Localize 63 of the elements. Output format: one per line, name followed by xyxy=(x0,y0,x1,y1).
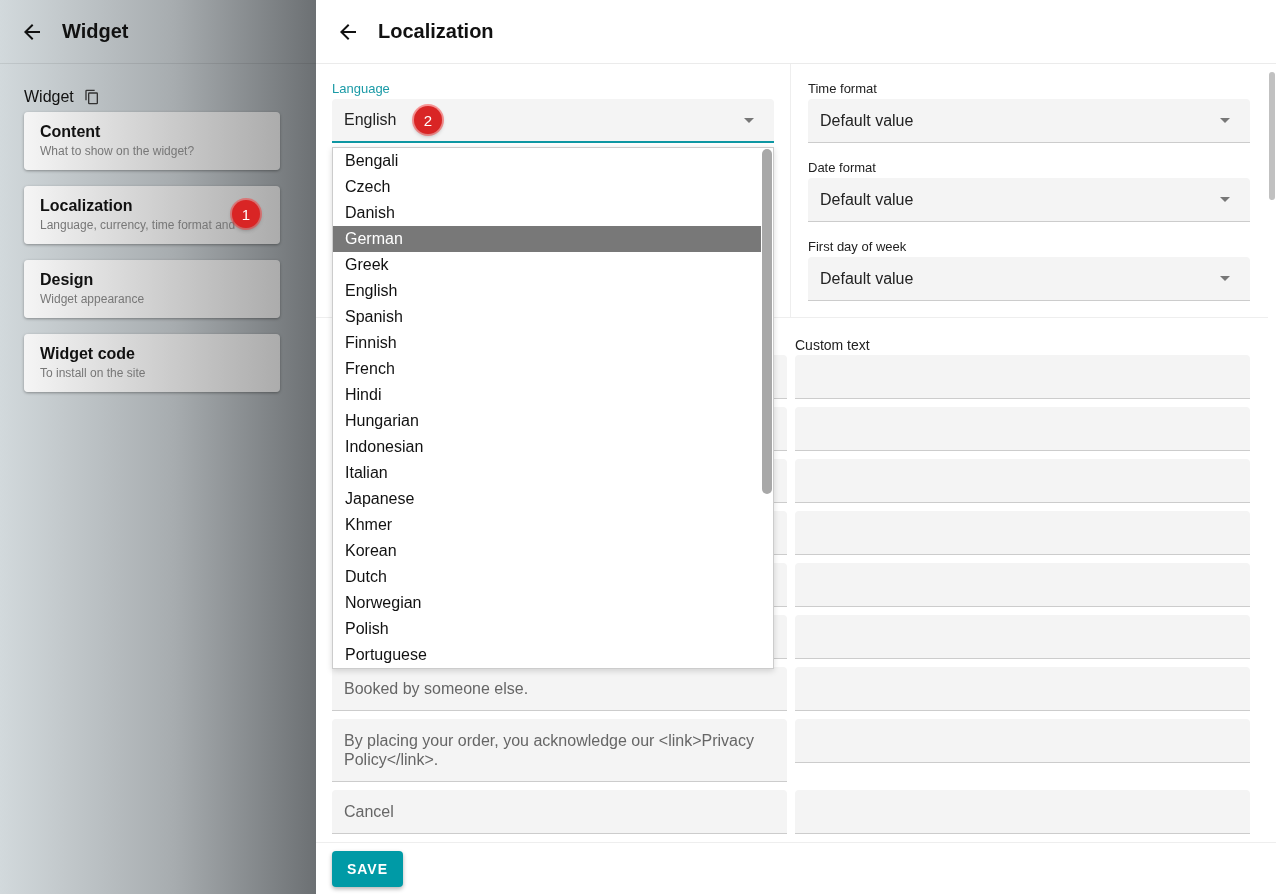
copy-icon[interactable] xyxy=(83,89,100,105)
card-title: Widget code xyxy=(40,345,136,363)
dropdown-option[interactable]: French xyxy=(333,356,761,382)
menu-card[interactable]: Design Widget appearance xyxy=(24,260,280,318)
default-text-field[interactable]: Cancel xyxy=(332,790,787,834)
dropdown-option[interactable]: Norwegian xyxy=(333,590,761,616)
scrollbar-thumb[interactable] xyxy=(1269,72,1275,200)
scrollbar-thumb[interactable] xyxy=(762,149,772,494)
field-label: Language xyxy=(332,80,391,98)
number-badge: 1 xyxy=(232,200,260,228)
caret-icon xyxy=(744,117,754,123)
column-label: Custom text xyxy=(795,336,871,354)
dropdown-option[interactable]: Greek xyxy=(333,252,761,278)
page-title: Localization xyxy=(378,20,494,43)
card-title: Content xyxy=(40,123,102,141)
dropdown-option[interactable]: Indonesian xyxy=(333,434,761,460)
dropdown-option[interactable]: Dutch xyxy=(333,564,761,590)
custom-text-field[interactable] xyxy=(795,719,1250,763)
dropdown-option[interactable]: Italian xyxy=(333,460,761,486)
dropdown-option[interactable]: German xyxy=(333,226,761,252)
default-text-field[interactable]: Booked by someone else. xyxy=(332,667,787,711)
dropdown-option[interactable]: Japanese xyxy=(333,486,761,512)
dropdown-option[interactable]: Hungarian xyxy=(333,408,761,434)
caret-icon xyxy=(1220,118,1230,123)
menu-card[interactable]: Widget code To install on the site xyxy=(24,334,280,392)
custom-text-field[interactable] xyxy=(795,355,1250,399)
field-label: First day of week xyxy=(808,238,908,256)
dropdown-option[interactable]: Korean xyxy=(333,538,761,564)
dropdown-option[interactable]: Polish xyxy=(333,616,761,642)
format-select[interactable]: Default value xyxy=(808,99,1250,143)
menu-card[interactable]: Localization Language, currency, time format and 1 xyxy=(24,186,280,244)
caret-icon xyxy=(1220,276,1230,281)
dropdown-option[interactable]: Portuguese xyxy=(333,642,761,668)
format-select[interactable]: Default value xyxy=(808,257,1250,301)
caret-icon xyxy=(1220,197,1230,202)
dropdown-option[interactable]: Finnish xyxy=(333,330,761,356)
dropdown-option[interactable]: Bengali xyxy=(333,148,761,174)
card-subtitle: To install on the site xyxy=(40,366,147,380)
custom-text-field[interactable] xyxy=(795,459,1250,503)
section-label: Widget xyxy=(24,88,74,106)
card-subtitle: What to show on the widget? xyxy=(40,144,196,158)
format-select[interactable]: Default value xyxy=(808,178,1250,222)
language-select[interactable]: English 2 xyxy=(332,99,774,143)
dropdown-option[interactable]: Spanish xyxy=(333,304,761,330)
sidebar-title: Widget xyxy=(62,20,129,43)
custom-text-field[interactable] xyxy=(795,615,1250,659)
custom-text-field[interactable] xyxy=(795,563,1250,607)
custom-text-field[interactable] xyxy=(795,511,1250,555)
custom-text-field[interactable] xyxy=(795,407,1250,451)
dropdown-option[interactable]: English xyxy=(333,278,761,304)
dropdown-option[interactable]: Czech xyxy=(333,174,761,200)
card-title: Design xyxy=(40,271,95,289)
menu-card[interactable]: Content What to show on the widget? xyxy=(24,112,280,170)
custom-text-field[interactable] xyxy=(795,667,1250,711)
custom-text-field[interactable] xyxy=(795,790,1250,834)
field-label: Date format xyxy=(808,159,877,177)
number-badge: 2 xyxy=(414,106,442,134)
default-text-field[interactable]: By placing your order, you acknowledge our <link>Privacy Policy</link>. xyxy=(332,719,787,782)
dropdown-option[interactable]: Hindi xyxy=(333,382,761,408)
dropdown-option[interactable]: Khmer xyxy=(333,512,761,538)
dropdown-option[interactable]: Danish xyxy=(333,200,761,226)
field-label: Time format xyxy=(808,80,878,98)
card-subtitle: Widget appearance xyxy=(40,292,146,306)
